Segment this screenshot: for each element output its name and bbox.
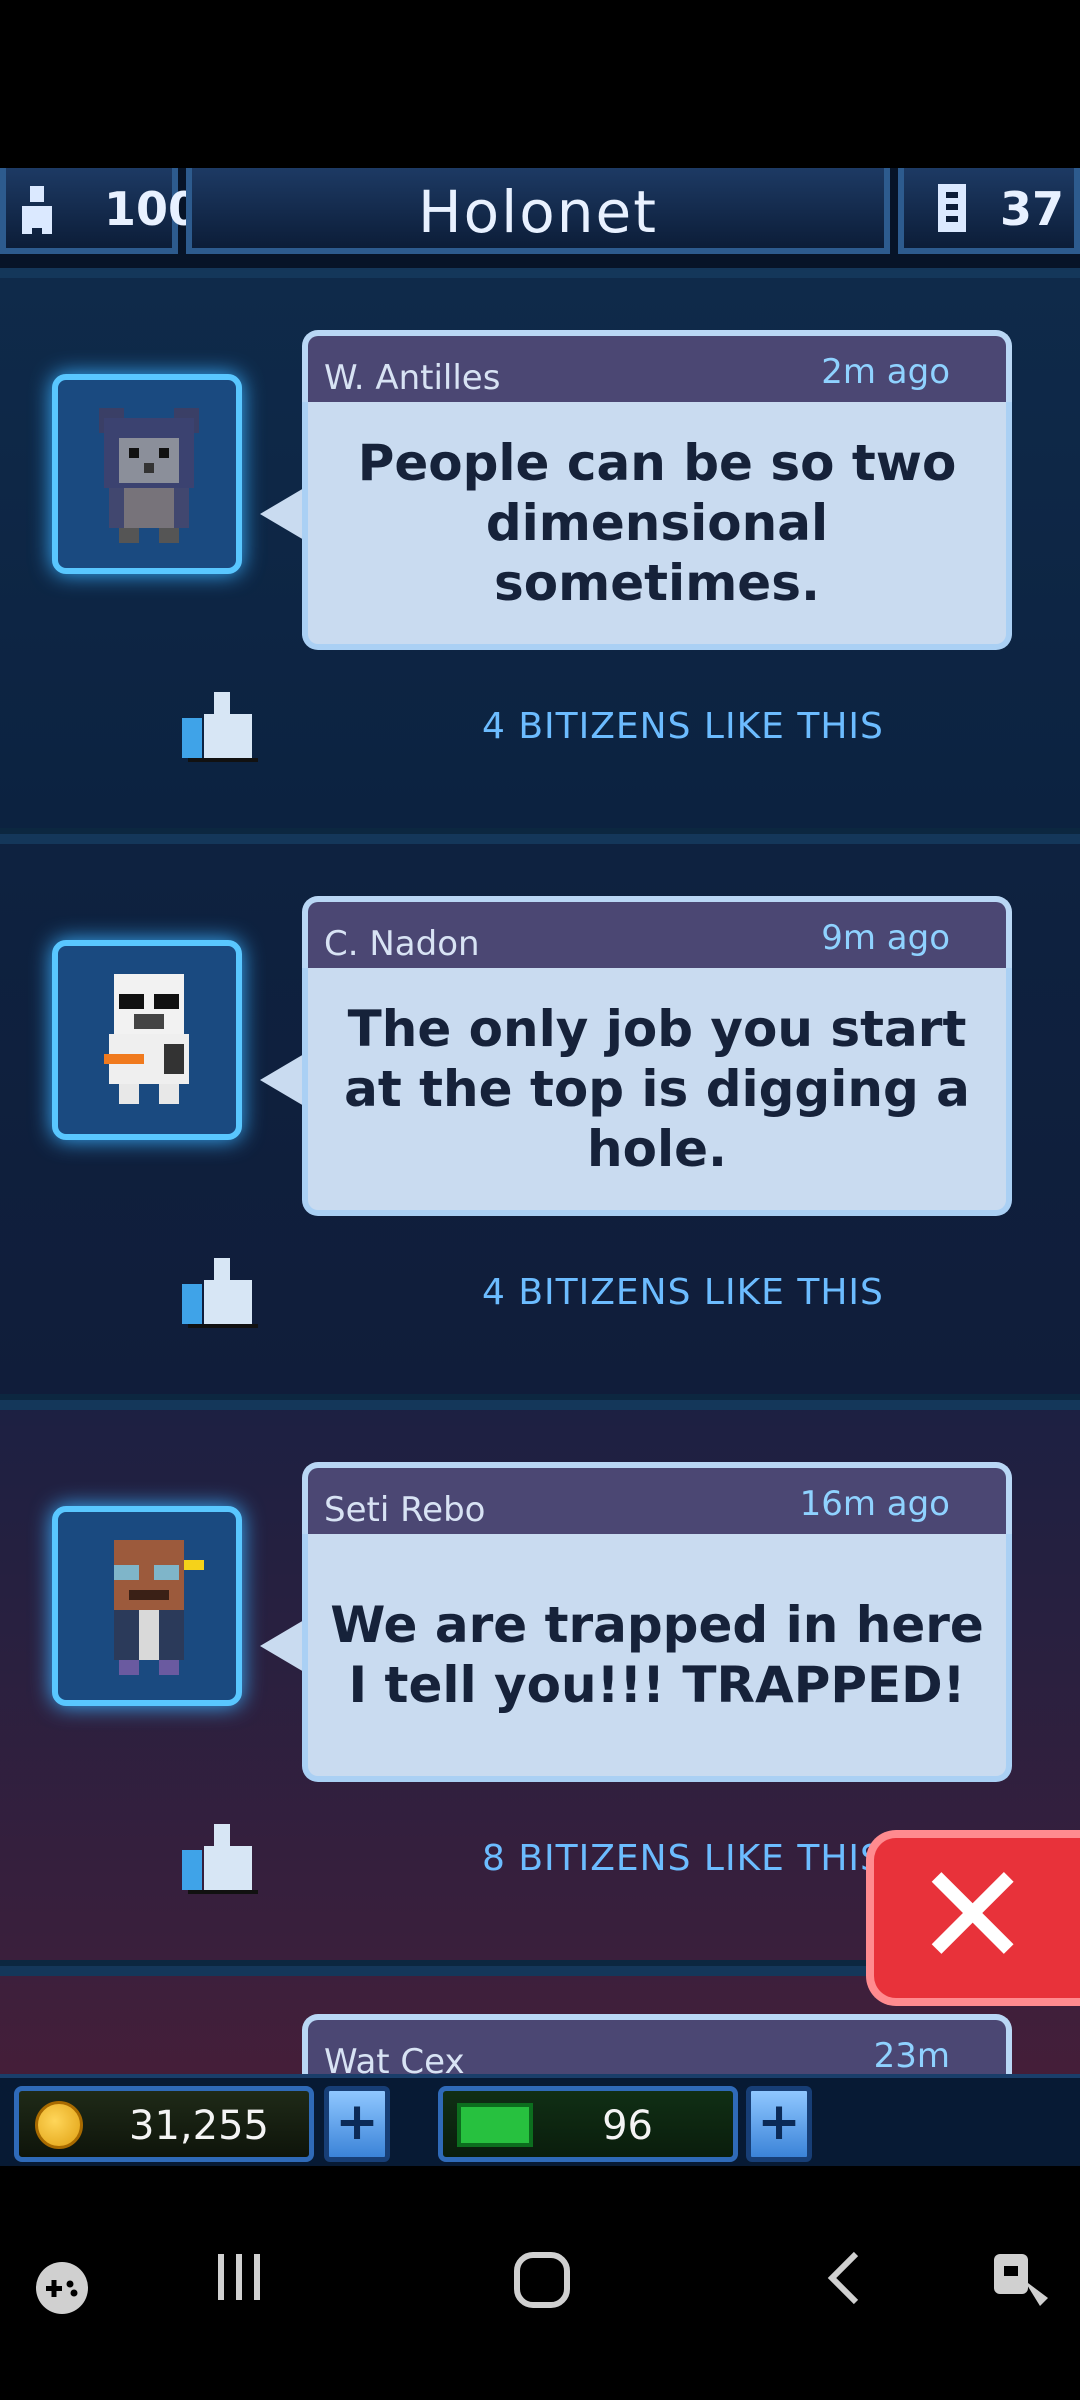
floors-value: 37 [1000,182,1065,236]
coins-wallet: 31,255 [14,2086,314,2162]
feed-post: W. Antilles 2m ago People can be so two … [0,268,1080,834]
person-icon [22,186,52,234]
bubble-body: The only job you start at the top is dig… [302,968,1012,1216]
message-bubble: Seti Rebo 16m ago We are trapped in here… [260,1462,1012,1782]
thumbs-up-icon[interactable] [174,1820,260,1894]
thumbs-up-icon[interactable] [174,1254,260,1328]
coins-amount: 31,255 [129,2103,269,2149]
bubble-body: We are trapped in here I tell you!!! TRA… [302,1534,1012,1782]
post-time: 23m [873,2036,950,2076]
post-time: 16m ago [799,1484,950,1524]
avatar[interactable] [52,1506,242,1706]
likes-count: 4 BITIZENS LIKE THIS [482,1272,884,1313]
game-launcher-icon[interactable] [34,2260,90,2316]
floors-icon [938,184,966,232]
author-name: W. Antilles [324,358,501,398]
post-message: The only job you start at the top is dig… [344,1000,970,1178]
add-bux-button[interactable]: + [746,2086,812,2162]
post-time: 9m ago [821,918,950,958]
bubble-header: Seti Rebo 16m ago [302,1462,1012,1534]
bubble-tail [260,1054,304,1106]
thumbs-up-icon[interactable] [174,688,260,762]
home-icon[interactable] [512,2250,572,2310]
accessibility-icon[interactable] [990,2250,1054,2310]
post-message: People can be so two dimensional sometim… [357,434,957,612]
status-bar [0,0,1080,168]
ewok-avatar-icon [99,408,199,543]
bubble-header: C. Nadon 9m ago [302,896,1012,968]
alien-avatar-icon [114,1540,204,1675]
likes-count: 8 BITIZENS LIKE THIS [482,1838,884,1879]
floors-counter: 37 [898,168,1080,254]
bux-icon [457,2103,533,2147]
author-name: C. Nadon [324,924,480,964]
system-nav-bar [0,2166,1080,2400]
page-title: Holonet [418,178,658,246]
bux-amount: 96 [602,2103,653,2149]
title-banner: Holonet [186,168,890,254]
message-bubble: W. Antilles 2m ago People can be so two … [260,330,1012,650]
close-icon: ✕ [914,1835,1032,1998]
bubble-tail [260,1620,304,1672]
back-icon[interactable] [820,2250,870,2306]
add-coins-button[interactable]: + [324,2086,390,2162]
stormtrooper-avatar-icon [104,974,189,1104]
bubble-header: W. Antilles 2m ago [302,330,1012,402]
post-message: We are trapped in here I tell you!!! TRA… [330,1596,984,1714]
coin-icon [35,2101,83,2149]
message-bubble: C. Nadon 9m ago The only job you start a… [260,896,1012,1216]
population-counter: 100 [0,168,200,254]
close-button[interactable]: ✕ [866,1830,1080,2006]
bux-wallet: 96 [438,2086,738,2162]
author-name: Seti Rebo [324,1490,486,1530]
header: 100 Holonet 37 [0,168,1080,268]
recent-apps-icon[interactable] [212,2250,266,2304]
currency-bar: 31,255 + 96 + [0,2074,1080,2166]
post-time: 2m ago [821,352,950,392]
bubble-tail [260,488,304,540]
avatar[interactable] [52,940,242,1140]
feed-post: C. Nadon 9m ago The only job you start a… [0,834,1080,1400]
bubble-body: People can be so two dimensional sometim… [302,402,1012,650]
avatar[interactable] [52,374,242,574]
likes-count: 4 BITIZENS LIKE THIS [482,706,884,747]
